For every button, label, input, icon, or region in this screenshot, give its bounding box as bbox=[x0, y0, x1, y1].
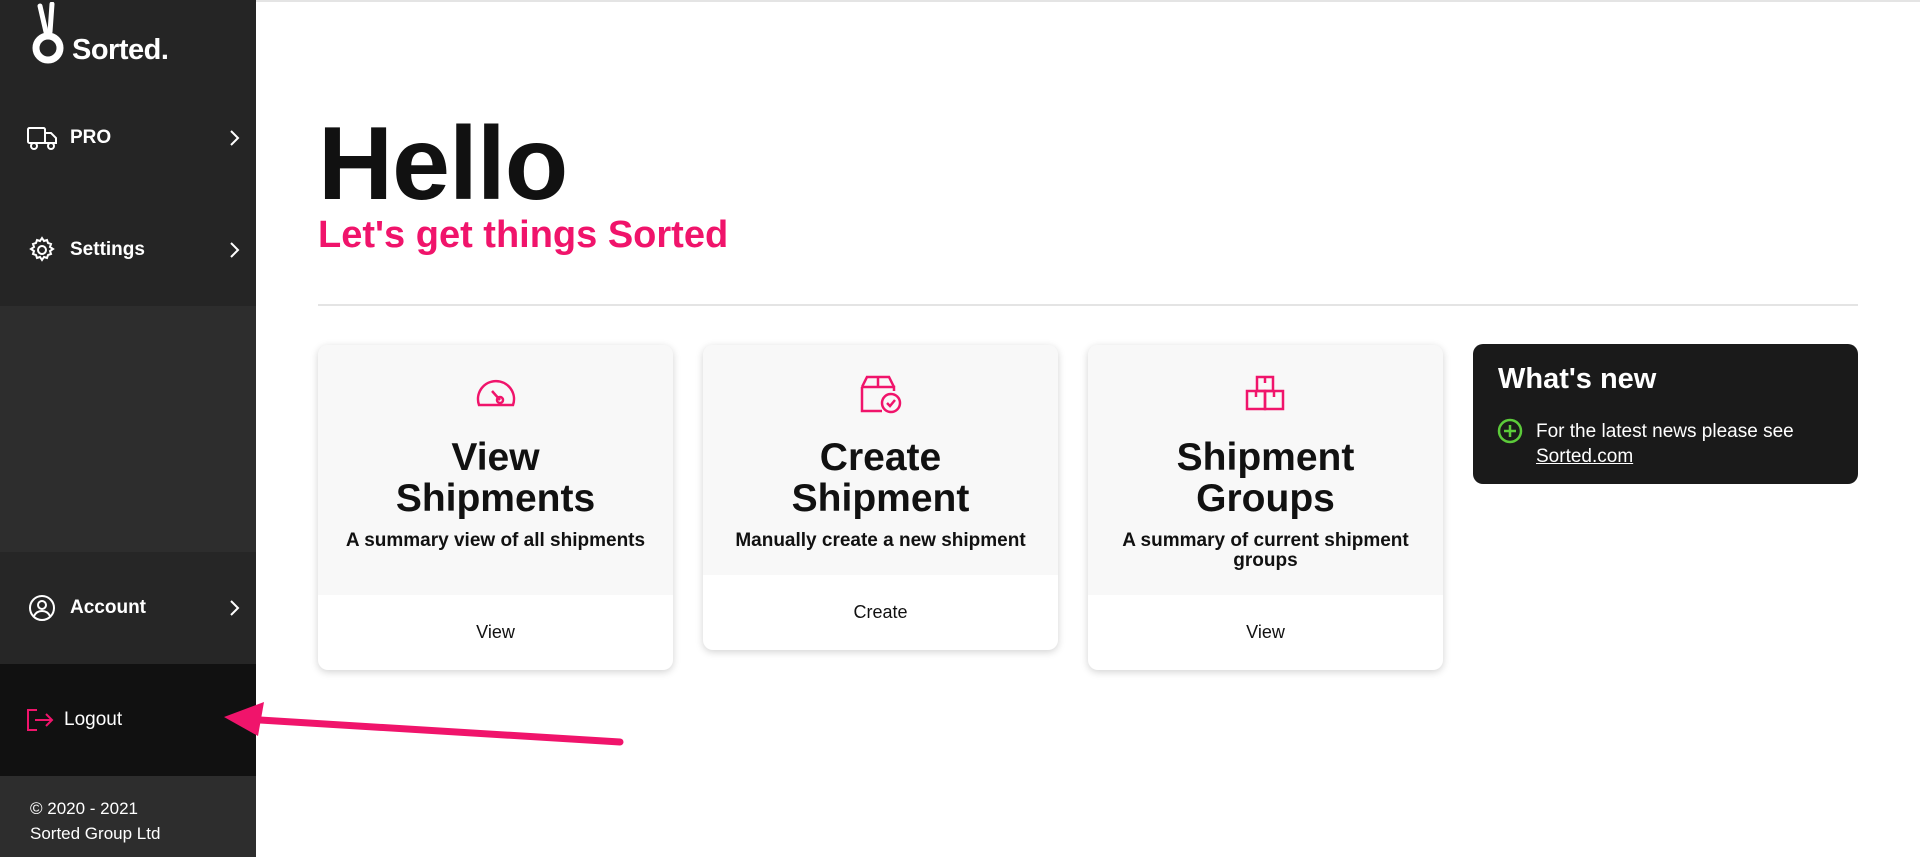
logout-button[interactable]: Logout bbox=[0, 664, 256, 776]
chevron-right-icon bbox=[224, 128, 244, 148]
logout-label: Logout bbox=[64, 709, 123, 730]
card-body: Create Shipment Manually create a new sh… bbox=[703, 345, 1058, 575]
whats-new-text: For the latest news please see Sorted.co… bbox=[1536, 419, 1794, 469]
card-title-line: Shipments bbox=[395, 477, 596, 520]
pointer-arrow-icon bbox=[224, 702, 624, 746]
view-shipments-button[interactable]: View bbox=[318, 595, 673, 670]
card-title-line: Groups bbox=[1196, 477, 1335, 520]
copyright-years: © 2020 - 2021 bbox=[30, 799, 138, 818]
sorted-logo[interactable]: Sorted. bbox=[0, 0, 256, 82]
card-title-line: Shipment bbox=[1176, 436, 1355, 479]
card-description: A summary of current shipment groups bbox=[1122, 530, 1409, 571]
top-border bbox=[256, 0, 1920, 2]
card-title: View Shipments bbox=[318, 437, 673, 519]
sorted-com-link[interactable]: Sorted.com bbox=[1536, 446, 1633, 467]
sidebar-item-settings[interactable]: Settings bbox=[0, 194, 256, 306]
sidebar-item-account[interactable]: Account bbox=[0, 552, 256, 664]
copyright: © 2020 - 2021 Sorted Group Ltd bbox=[30, 796, 160, 846]
chevron-right-icon bbox=[224, 240, 244, 260]
card-body: Shipment Groups A summary of current shi… bbox=[1088, 345, 1443, 595]
box-check-icon bbox=[860, 375, 901, 414]
view-shipments-card[interactable]: View Shipments A summary view of all shi… bbox=[318, 345, 673, 670]
card-title-line: Create bbox=[819, 436, 942, 479]
sidebar-item-label: Account bbox=[70, 597, 146, 618]
card-title-line: View bbox=[451, 436, 540, 479]
brand-name: Sorted. bbox=[72, 34, 169, 66]
card-title-line: Shipment bbox=[791, 477, 970, 520]
whats-new-title: What's new bbox=[1498, 363, 1657, 395]
copyright-company: Sorted Group Ltd bbox=[30, 824, 161, 843]
sidebar-item-label: PRO bbox=[70, 127, 112, 148]
truck-icon bbox=[26, 122, 58, 154]
logout-icon bbox=[24, 704, 56, 736]
user-circle-icon bbox=[26, 592, 58, 624]
rabbit-logo-icon bbox=[32, 2, 64, 64]
shipment-groups-view-button[interactable]: View bbox=[1088, 595, 1443, 670]
card-description: Manually create a new shipment bbox=[735, 530, 1026, 551]
whats-new-message: For the latest news please see bbox=[1536, 421, 1794, 442]
page-subtitle: Let's get things Sorted bbox=[318, 214, 729, 256]
create-shipment-card[interactable]: Create Shipment Manually create a new sh… bbox=[703, 345, 1058, 650]
sidebar: Sorted. PRO Settings Account Logout © 20… bbox=[0, 0, 256, 857]
whats-new-panel: What's new For the latest news please se… bbox=[1473, 344, 1858, 484]
speedometer-icon bbox=[476, 379, 515, 407]
plus-circle-icon bbox=[1497, 418, 1523, 444]
card-title: Create Shipment bbox=[703, 437, 1058, 519]
create-shipment-button[interactable]: Create bbox=[703, 575, 1058, 650]
chevron-right-icon bbox=[224, 598, 244, 618]
sidebar-spacer bbox=[0, 306, 256, 552]
page-title: Hello bbox=[318, 106, 568, 222]
card-body: View Shipments A summary view of all shi… bbox=[318, 345, 673, 595]
sidebar-item-pro[interactable]: PRO bbox=[0, 82, 256, 194]
boxes-icon bbox=[1245, 375, 1284, 411]
card-description: A summary view of all shipments bbox=[345, 530, 646, 551]
sidebar-item-label: Settings bbox=[70, 239, 145, 260]
gear-icon bbox=[26, 234, 58, 266]
card-title: Shipment Groups bbox=[1088, 437, 1443, 519]
divider bbox=[318, 304, 1858, 306]
shipment-groups-card[interactable]: Shipment Groups A summary of current shi… bbox=[1088, 345, 1443, 670]
